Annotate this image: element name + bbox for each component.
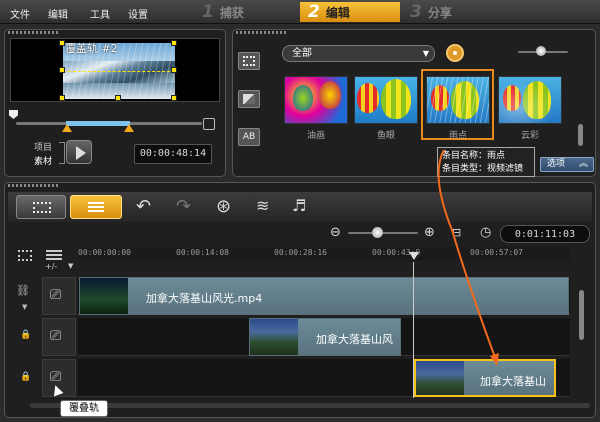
overlay-track-callout-text: 覆叠轨 bbox=[69, 403, 99, 414]
overlay-track-callout: 覆叠轨 bbox=[60, 400, 108, 417]
annotation-arrow bbox=[437, 149, 499, 366]
